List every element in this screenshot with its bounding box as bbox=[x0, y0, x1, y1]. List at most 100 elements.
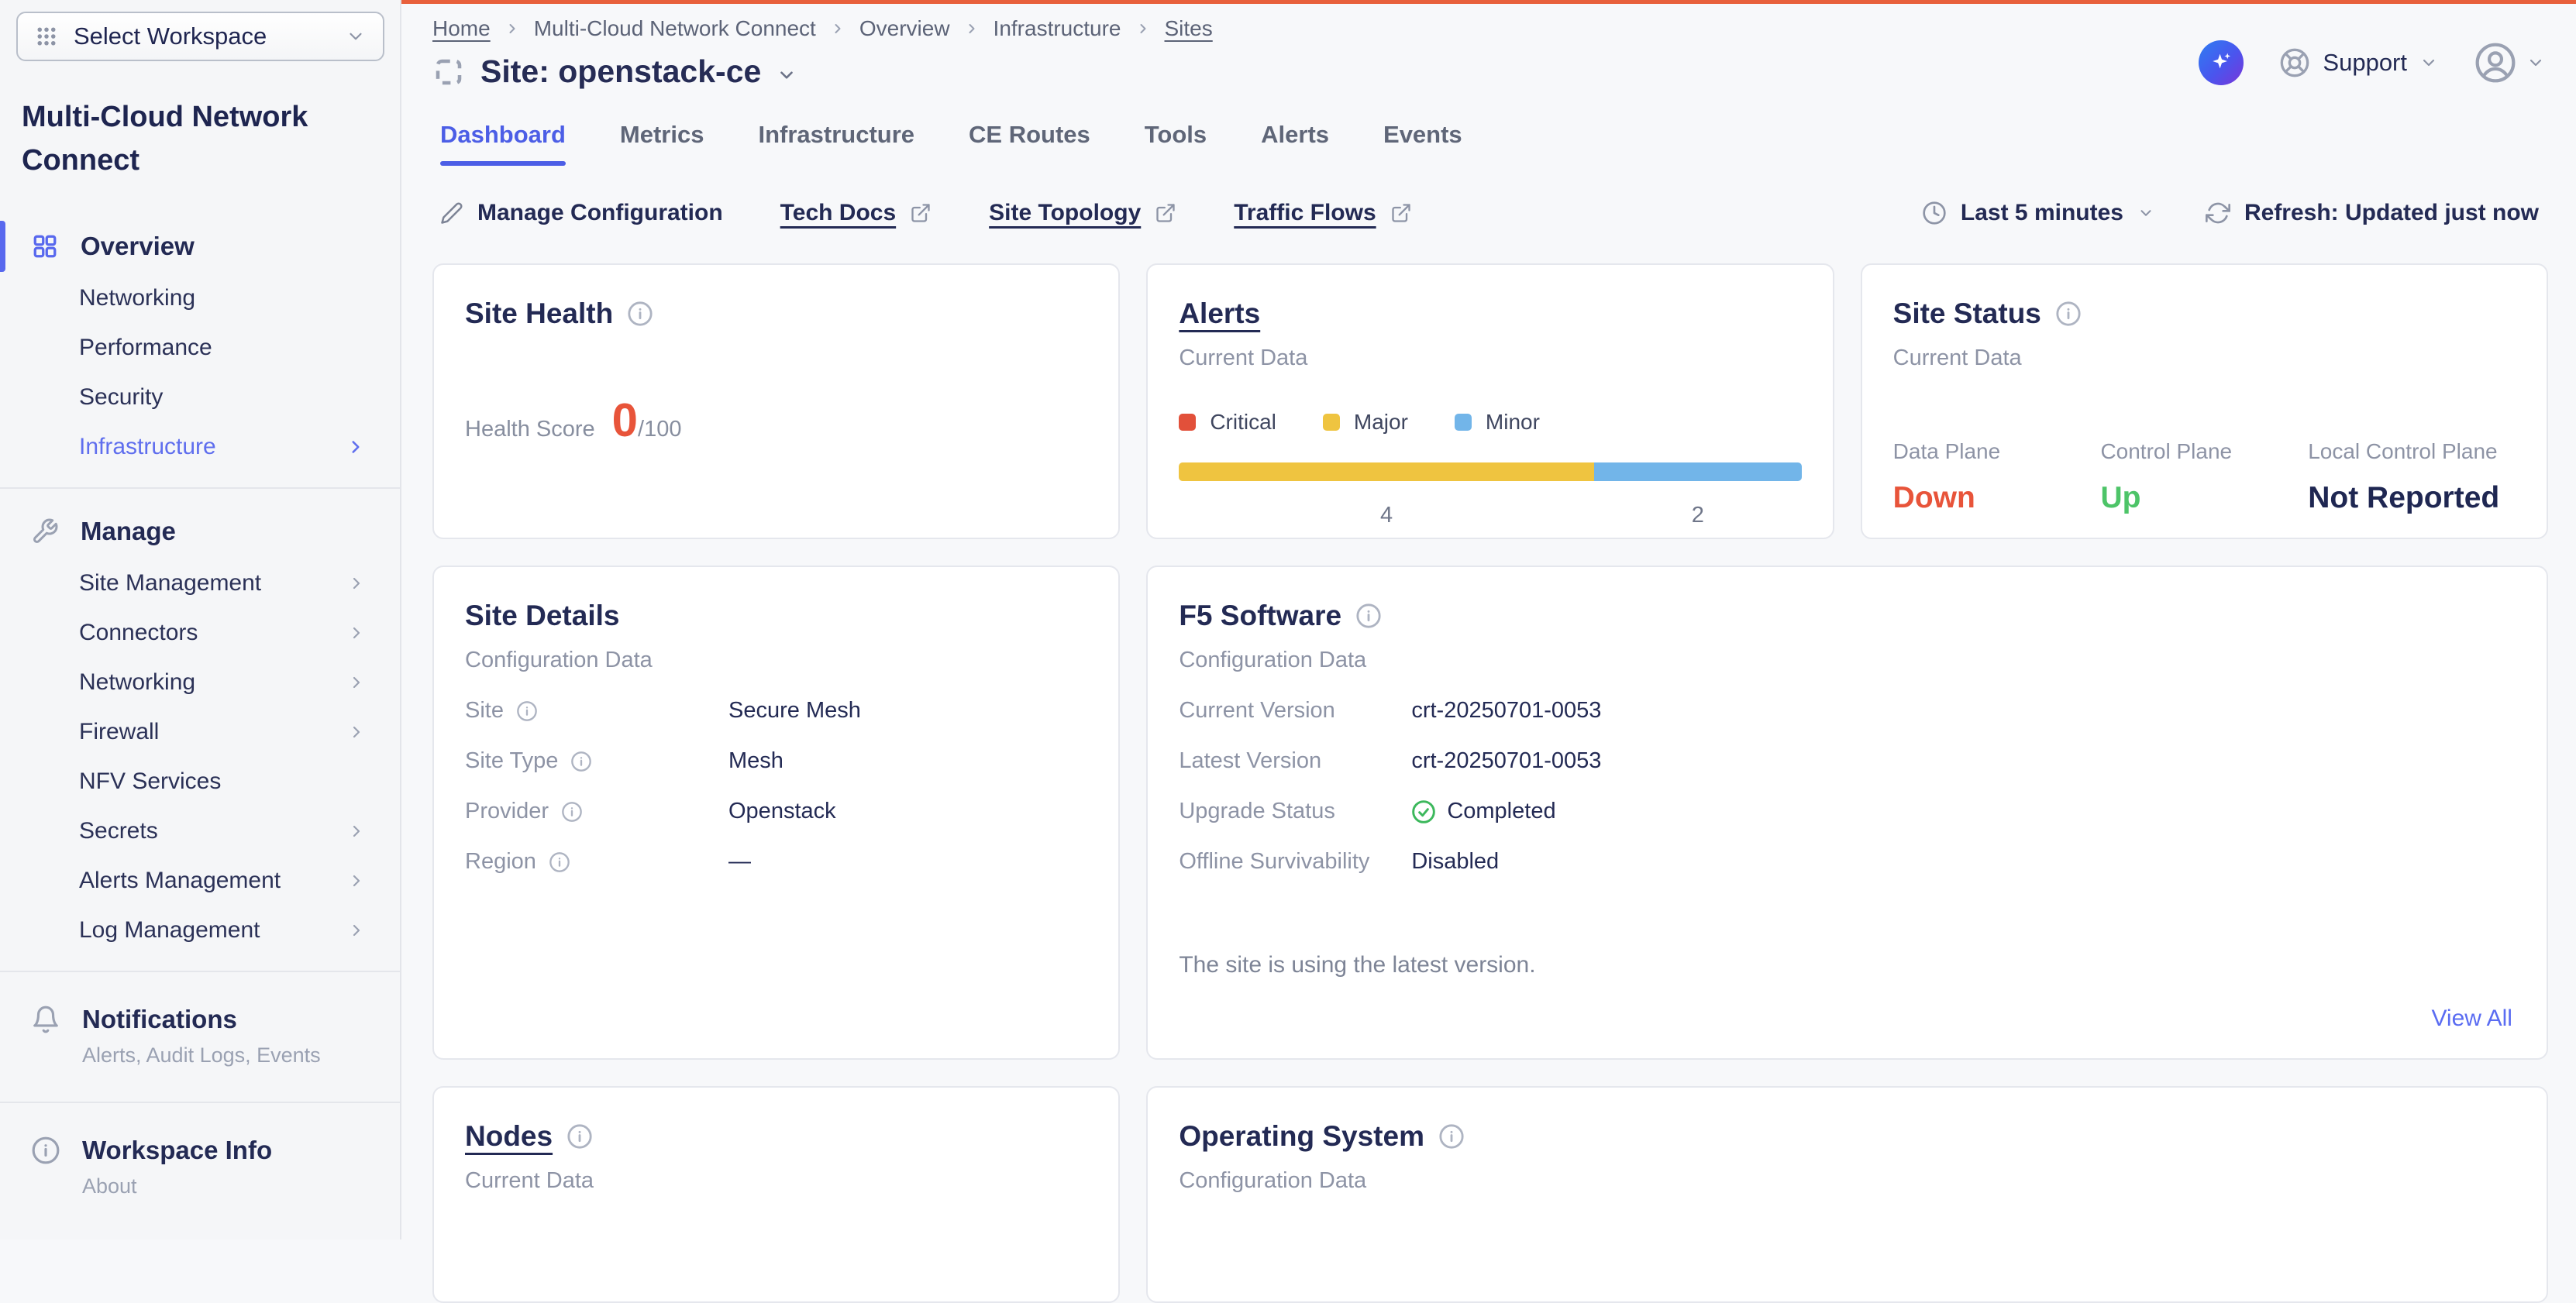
nodes-subtitle: Current Data bbox=[465, 1168, 1087, 1194]
chevron-down-icon bbox=[346, 26, 366, 46]
chevron-right-icon bbox=[505, 21, 520, 36]
breadcrumb-infrastructure[interactable]: Infrastructure bbox=[994, 16, 1121, 41]
operating-system-card: Operating System Configuration Data bbox=[1146, 1086, 2548, 1303]
sidebar-item-security[interactable]: Security bbox=[0, 373, 400, 422]
sidebar-item-networking[interactable]: Networking bbox=[0, 273, 400, 323]
alerts-card: Alerts Current Data Critical Major Minor bbox=[1146, 263, 1834, 539]
user-menu[interactable] bbox=[2474, 41, 2545, 84]
sidebar-item-alerts-management[interactable]: Alerts Management bbox=[0, 856, 400, 906]
provider-value: Openstack bbox=[728, 799, 836, 824]
operating-system-subtitle: Configuration Data bbox=[1179, 1168, 2516, 1194]
info-icon[interactable] bbox=[627, 301, 653, 327]
site-status-card: Site Status Current Data Data Plane Down… bbox=[1861, 263, 2548, 539]
workspace-selector[interactable]: Select Workspace bbox=[16, 12, 384, 61]
info-icon[interactable] bbox=[567, 1123, 593, 1150]
site-status-title: Site Status bbox=[1893, 297, 2041, 330]
data-plane-label: Data Plane bbox=[1893, 439, 2101, 464]
tech-docs-link[interactable]: Tech Docs bbox=[780, 200, 932, 226]
critical-swatch bbox=[1179, 414, 1196, 431]
sidebar-item-networking-manage[interactable]: Networking bbox=[0, 658, 400, 707]
workspace-selector-label: Select Workspace bbox=[74, 22, 330, 50]
sidebar-item-notifications[interactable]: Notifications Alerts, Audit Logs, Events bbox=[0, 988, 400, 1086]
provider-row: Provider Openstack bbox=[465, 799, 1087, 824]
sidebar-item-nfv-services[interactable]: NFV Services bbox=[0, 757, 400, 806]
health-score-max: /100 bbox=[638, 417, 681, 442]
alerts-bar-labels: 4 2 bbox=[1179, 503, 1801, 528]
site-topology-link[interactable]: Site Topology bbox=[989, 200, 1176, 226]
minor-swatch bbox=[1455, 414, 1472, 431]
sidebar-item-secrets[interactable]: Secrets bbox=[0, 806, 400, 856]
sidebar-item-firewall[interactable]: Firewall bbox=[0, 707, 400, 757]
sidebar-item-label: Secrets bbox=[79, 818, 158, 844]
sidebar-item-site-management[interactable]: Site Management bbox=[0, 559, 400, 608]
nodes-card: Nodes Current Data bbox=[432, 1086, 1120, 1303]
sidebar-item-performance[interactable]: Performance bbox=[0, 323, 400, 373]
info-icon[interactable] bbox=[561, 801, 583, 823]
tab-alerts[interactable]: Alerts bbox=[1261, 121, 1329, 166]
breadcrumb-home[interactable]: Home bbox=[432, 16, 491, 41]
sidebar-item-connectors[interactable]: Connectors bbox=[0, 608, 400, 658]
current-version-row: Current Version crt-20250701-0053 bbox=[1179, 698, 2516, 724]
tab-ce-routes[interactable]: CE Routes bbox=[969, 121, 1090, 166]
breadcrumb-mcn[interactable]: Multi-Cloud Network Connect bbox=[534, 16, 816, 41]
wrench-icon bbox=[31, 517, 59, 545]
ai-assistant-button[interactable] bbox=[2199, 40, 2244, 85]
traffic-flows-link[interactable]: Traffic Flows bbox=[1234, 200, 1411, 226]
chevron-right-icon bbox=[1135, 21, 1151, 36]
health-score-value: 0 bbox=[612, 394, 638, 447]
sidebar-item-infrastructure[interactable]: Infrastructure bbox=[0, 422, 400, 472]
sidebar-section-manage[interactable]: Manage bbox=[0, 504, 400, 559]
breadcrumb-sites[interactable]: Sites bbox=[1165, 16, 1213, 41]
sidebar-item-label: Alerts Management bbox=[79, 868, 281, 894]
support-menu[interactable]: Support bbox=[2279, 47, 2438, 78]
major-bar-segment[interactable] bbox=[1179, 462, 1594, 481]
bell-icon bbox=[31, 1005, 60, 1067]
site-type-label: Site Type bbox=[465, 748, 558, 774]
legend-label: Minor bbox=[1486, 410, 1540, 435]
overview-label: Overview bbox=[81, 232, 195, 261]
page-title-row: Site: openstack-ce bbox=[432, 53, 1213, 90]
info-icon[interactable] bbox=[2055, 301, 2082, 327]
chevron-down-icon[interactable] bbox=[777, 65, 797, 85]
sidebar-item-log-management[interactable]: Log Management bbox=[0, 906, 400, 955]
region-row: Region — bbox=[465, 849, 1087, 875]
breadcrumb-overview[interactable]: Overview bbox=[859, 16, 950, 41]
tab-events[interactable]: Events bbox=[1383, 121, 1462, 166]
info-icon[interactable] bbox=[516, 700, 538, 722]
alerts-stacked-bar[interactable] bbox=[1179, 462, 1801, 481]
sidebar: Select Workspace Multi-Cloud Network Con… bbox=[0, 0, 401, 1239]
notifications-subtitle: Alerts, Audit Logs, Events bbox=[82, 1043, 321, 1067]
info-icon[interactable] bbox=[1438, 1123, 1465, 1150]
pencil-icon bbox=[440, 201, 463, 225]
info-icon[interactable] bbox=[1355, 603, 1382, 629]
sidebar-item-workspace-info[interactable]: Workspace Info About bbox=[0, 1119, 400, 1217]
sidebar-divider bbox=[0, 971, 400, 972]
tab-metrics[interactable]: Metrics bbox=[620, 121, 704, 166]
minor-bar-segment[interactable] bbox=[1594, 462, 1802, 481]
chevron-right-icon bbox=[830, 21, 845, 36]
page-title: Site: openstack-ce bbox=[480, 53, 761, 90]
site-row: Site Secure Mesh bbox=[465, 698, 1087, 724]
info-icon[interactable] bbox=[570, 751, 592, 772]
latest-version-note: The site is using the latest version. bbox=[1179, 952, 2516, 978]
tab-dashboard[interactable]: Dashboard bbox=[440, 121, 566, 166]
info-icon[interactable] bbox=[549, 851, 570, 873]
local-control-plane-status: Not Reported bbox=[2308, 481, 2516, 515]
manage-configuration-button[interactable]: Manage Configuration bbox=[440, 200, 723, 226]
site-status-subtitle: Current Data bbox=[1893, 346, 2516, 371]
site-health-card: Site Health Health Score 0 /100 bbox=[432, 263, 1120, 539]
tab-tools[interactable]: Tools bbox=[1145, 121, 1207, 166]
dashboard-cards: Site Health Health Score 0 /100 Alerts C… bbox=[432, 263, 2548, 1303]
nodes-title-link[interactable]: Nodes bbox=[465, 1120, 553, 1153]
manage-label: Manage bbox=[81, 517, 176, 546]
site-type-row: Site Type Mesh bbox=[465, 748, 1087, 774]
time-range-selector[interactable]: Last 5 minutes bbox=[1922, 200, 2154, 226]
view-all-link[interactable]: View All bbox=[2431, 1006, 2512, 1032]
current-version-value: crt-20250701-0053 bbox=[1411, 698, 1601, 724]
clock-icon bbox=[1922, 201, 1947, 225]
workspace-info-title: Workspace Info bbox=[82, 1136, 272, 1165]
alerts-title-link[interactable]: Alerts bbox=[1179, 297, 1260, 330]
refresh-button[interactable]: Refresh: Updated just now bbox=[2206, 200, 2539, 226]
tab-infrastructure[interactable]: Infrastructure bbox=[758, 121, 914, 166]
sidebar-section-overview[interactable]: Overview bbox=[0, 219, 400, 273]
